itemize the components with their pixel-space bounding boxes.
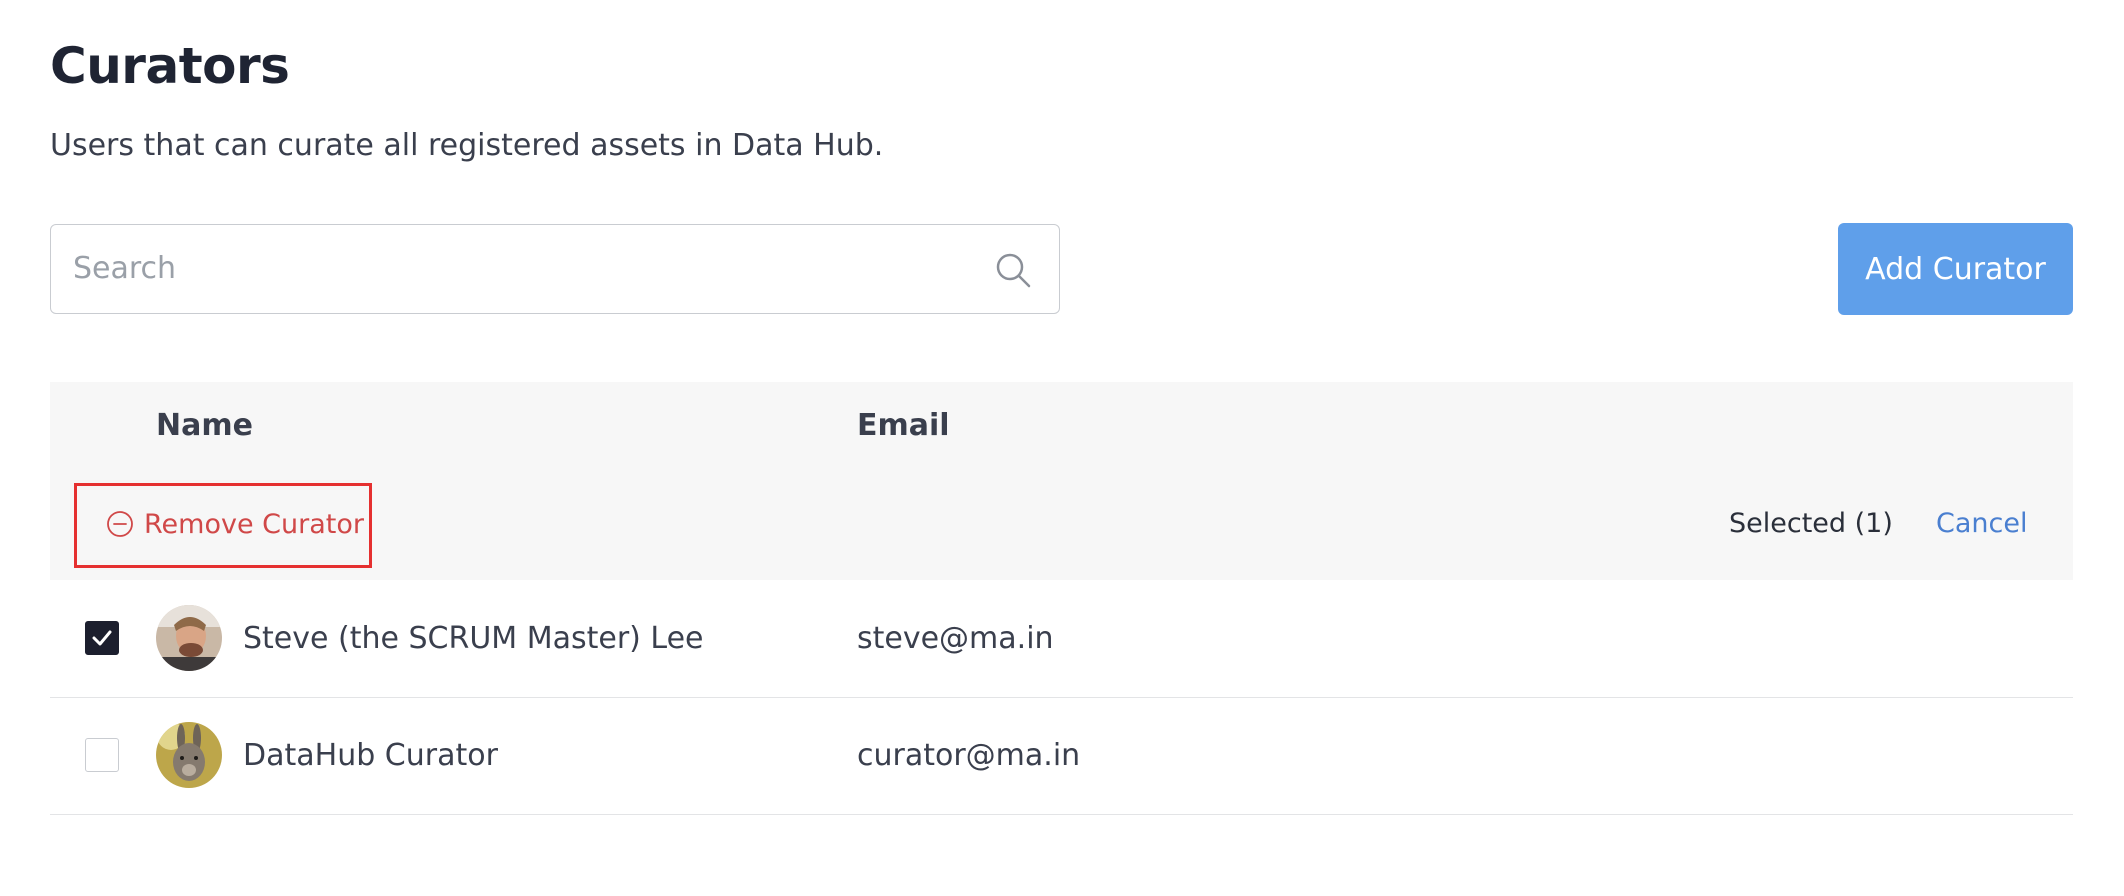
remove-curator-label: Remove Curator — [144, 508, 364, 540]
remove-curator-button[interactable]: Remove Curator — [106, 504, 364, 544]
row-name: DataHub Curator — [243, 738, 498, 773]
table-row[interactable]: DataHub Curator curator@ma.in — [50, 697, 2073, 815]
selected-count: Selected (1) — [1729, 508, 1893, 539]
row-name: Steve (the SCRUM Master) Lee — [243, 621, 704, 656]
column-header-name[interactable]: Name — [156, 404, 253, 448]
row-email: steve@ma.in — [857, 621, 1054, 656]
row-email: curator@ma.in — [857, 738, 1081, 773]
avatar — [156, 722, 222, 788]
table-row[interactable]: Steve (the SCRUM Master) Lee steve@ma.in — [50, 580, 2073, 698]
minus-circle-icon — [107, 511, 133, 537]
row-checkbox[interactable] — [85, 738, 119, 772]
add-curator-button[interactable]: Add Curator — [1838, 223, 2073, 315]
page-title: Curators — [50, 37, 290, 95]
row-checkbox[interactable] — [85, 621, 119, 655]
page-subtitle: Users that can curate all registered ass… — [50, 128, 884, 163]
checkmark-icon — [92, 630, 112, 646]
column-header-email[interactable]: Email — [857, 404, 950, 448]
search-icon[interactable] — [993, 250, 1033, 290]
avatar — [156, 605, 222, 671]
search-input[interactable] — [73, 225, 973, 311]
search-box[interactable] — [50, 224, 1060, 314]
cancel-button[interactable]: Cancel — [1936, 504, 2027, 544]
